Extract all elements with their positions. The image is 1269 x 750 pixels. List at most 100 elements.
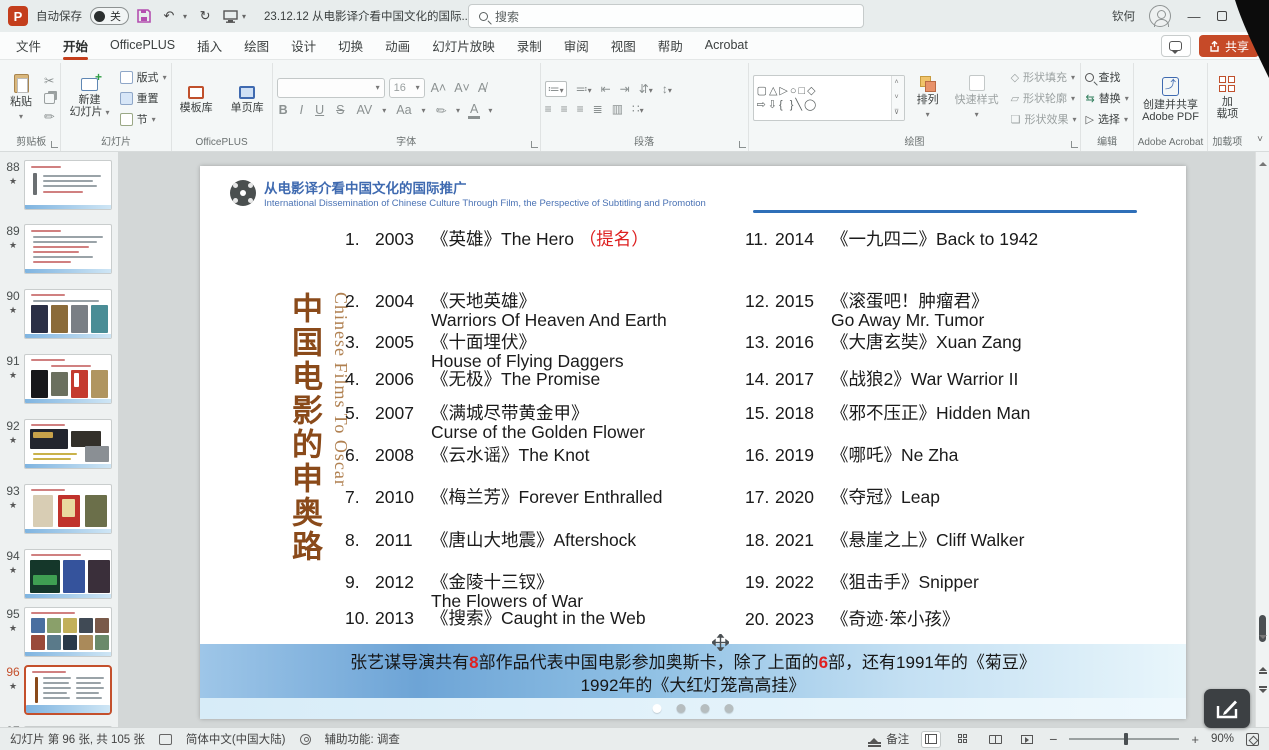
slide-96[interactable]: 从电影译介看中国文化的国际推广 International Disseminat… (200, 166, 1186, 719)
align-center-button[interactable]: ≡ (561, 102, 568, 116)
text-direction-button[interactable]: ↕▾ (662, 82, 672, 96)
language-label[interactable]: 简体中文(中国大陆) (186, 731, 286, 747)
thumbnail-slide-95[interactable]: 95★ (0, 607, 118, 659)
arrange-button[interactable]: 排列▾ (913, 74, 943, 123)
font-dialog-launcher[interactable] (531, 141, 538, 148)
font-size-select[interactable]: 16▾ (389, 78, 425, 98)
fit-slide-icon[interactable] (1246, 733, 1259, 746)
find-button[interactable]: 查找 (1085, 69, 1128, 85)
tab-animations[interactable]: 动画 (375, 31, 420, 61)
decrease-indent-button[interactable]: ⇤ (601, 82, 611, 96)
tab-record[interactable]: 录制 (507, 31, 552, 61)
numbering-button[interactable]: ≕▾ (576, 82, 592, 96)
tab-transitions[interactable]: 切换 (328, 31, 373, 61)
shapes-scroll[interactable]: ˄˅⊽ (891, 76, 904, 120)
slideshow-button[interactable] (1017, 731, 1037, 748)
thumbnail-slide-89[interactable]: 89★ (0, 224, 118, 276)
vertical-scrollbar[interactable] (1255, 152, 1269, 727)
tab-officeplus[interactable]: OfficePLUS (100, 33, 185, 58)
single-page-library-button[interactable]: 单页库 (227, 84, 268, 116)
ink-pen-button[interactable] (1204, 689, 1250, 728)
reading-view-button[interactable] (985, 731, 1005, 748)
next-slide-icon[interactable] (1259, 689, 1267, 697)
section-button[interactable]: 节▾ (120, 111, 167, 127)
zoom-out-button[interactable]: − (1049, 731, 1057, 747)
select-button[interactable]: ▷选择▾ (1085, 111, 1128, 127)
reset-button[interactable]: 重置 (120, 90, 167, 106)
tab-draw[interactable]: 绘图 (234, 31, 279, 61)
align-right-button[interactable]: ≡ (577, 102, 584, 116)
char-spacing-button[interactable]: AV (354, 103, 374, 117)
previous-slide-icon[interactable] (1259, 663, 1267, 671)
accessibility-status[interactable]: 辅助功能: 调查 (325, 731, 400, 747)
thumbnail-slide-92[interactable]: 92★ (0, 419, 118, 471)
line-spacing-button[interactable]: ⇵▾ (639, 82, 653, 96)
thumbnail-slide-96-selected[interactable]: 96★ (0, 665, 118, 717)
align-left-button[interactable]: ≡ (545, 102, 552, 116)
drawing-dialog-launcher[interactable] (1071, 141, 1078, 148)
zoom-in-button[interactable]: + (1191, 732, 1199, 747)
grow-font-button[interactable]: A˄ (429, 81, 449, 95)
cut-icon[interactable]: ✂ (42, 73, 56, 88)
slide-thumbnail-panel[interactable]: 88★ 89★ (0, 152, 118, 727)
thumbnail-slide-88[interactable]: 88★ (0, 160, 118, 212)
quick-styles-button[interactable]: 快速样式▾ (951, 73, 1003, 123)
italic-button[interactable]: I (298, 103, 305, 117)
clear-format-button[interactable]: A̸ (476, 81, 488, 95)
underline-button[interactable]: U (313, 103, 326, 117)
scroll-down-icon[interactable] (1259, 635, 1267, 643)
spellcheck-icon[interactable] (159, 734, 172, 745)
tab-acrobat[interactable]: Acrobat (695, 33, 758, 58)
paste-button[interactable]: 粘贴 ▾ (6, 72, 36, 125)
search-input[interactable]: 搜索 (468, 4, 864, 28)
tab-file[interactable]: 文件 (6, 31, 51, 61)
autosave-toggle[interactable]: 关 (90, 7, 129, 25)
copy-icon[interactable] (44, 93, 55, 104)
text-options-button[interactable]: ∷▾ (632, 102, 644, 116)
columns-button[interactable]: ▥ (612, 102, 623, 116)
thumbnail-slide-91[interactable]: 91★ (0, 354, 118, 406)
tab-slideshow[interactable]: 幻灯片放映 (422, 31, 505, 61)
shape-effects-button[interactable]: ❏ 形状效果▾ (1011, 111, 1077, 127)
zoom-slider[interactable] (1069, 738, 1179, 740)
new-slide-button[interactable]: 新建 幻灯片 ▾ (65, 76, 113, 121)
font-name-select[interactable]: ▾ (277, 78, 385, 98)
create-pdf-button[interactable]: 创建并共享Adobe PDF (1138, 75, 1203, 125)
strikethrough-button[interactable]: S (334, 103, 346, 117)
notes-button[interactable]: 备注 (868, 731, 909, 747)
tab-insert[interactable]: 插入 (187, 31, 232, 61)
shapes-gallery[interactable]: ▢△▷○□◇ ⇨⇩{ }╲◯ ˄˅⊽ (753, 75, 905, 121)
paragraph-dialog-launcher[interactable] (739, 141, 746, 148)
shrink-font-button[interactable]: A˅ (452, 81, 472, 95)
layout-button[interactable]: 版式▾ (120, 69, 167, 85)
quick-access-overflow-icon[interactable]: ▾ (242, 12, 246, 21)
scroll-up-icon[interactable] (1259, 158, 1267, 166)
replace-button[interactable]: ⇆替换▾ (1085, 90, 1128, 106)
font-color-button[interactable]: A (468, 102, 480, 119)
tab-view[interactable]: 视图 (601, 31, 646, 61)
normal-view-button[interactable] (921, 731, 941, 748)
clipboard-dialog-launcher[interactable] (51, 141, 58, 148)
user-avatar[interactable] (1149, 5, 1171, 27)
format-painter-icon[interactable]: ✎ (39, 106, 60, 127)
undo-icon[interactable]: ↶ (159, 8, 179, 24)
highlight-button[interactable]: ✎ (430, 100, 451, 121)
bold-button[interactable]: B (277, 103, 290, 117)
thumbnail-slide-94[interactable]: 94★ (0, 549, 118, 601)
change-case-button[interactable]: Aa (394, 103, 413, 117)
zoom-slider-thumb[interactable] (1124, 733, 1128, 745)
zoom-level[interactable]: 90% (1211, 733, 1234, 745)
tab-home[interactable]: 开始 (53, 31, 98, 61)
minimize-button[interactable]: — (1185, 9, 1203, 24)
shape-outline-button[interactable]: ▱ 形状轮廓▾ (1011, 90, 1077, 106)
tab-design[interactable]: 设计 (281, 31, 326, 61)
justify-button[interactable]: ≣ (593, 102, 603, 116)
shape-fill-button[interactable]: ◇ 形状填充▾ (1011, 69, 1077, 85)
slide-sorter-button[interactable] (953, 731, 973, 748)
bullets-button[interactable]: ≔▾ (545, 81, 567, 97)
start-slideshow-icon[interactable] (223, 10, 238, 23)
tab-review[interactable]: 审阅 (554, 31, 599, 61)
increase-indent-button[interactable]: ⇥ (620, 82, 630, 96)
save-icon[interactable] (137, 9, 151, 23)
addins-button[interactable]: 加载项 (1212, 74, 1242, 122)
